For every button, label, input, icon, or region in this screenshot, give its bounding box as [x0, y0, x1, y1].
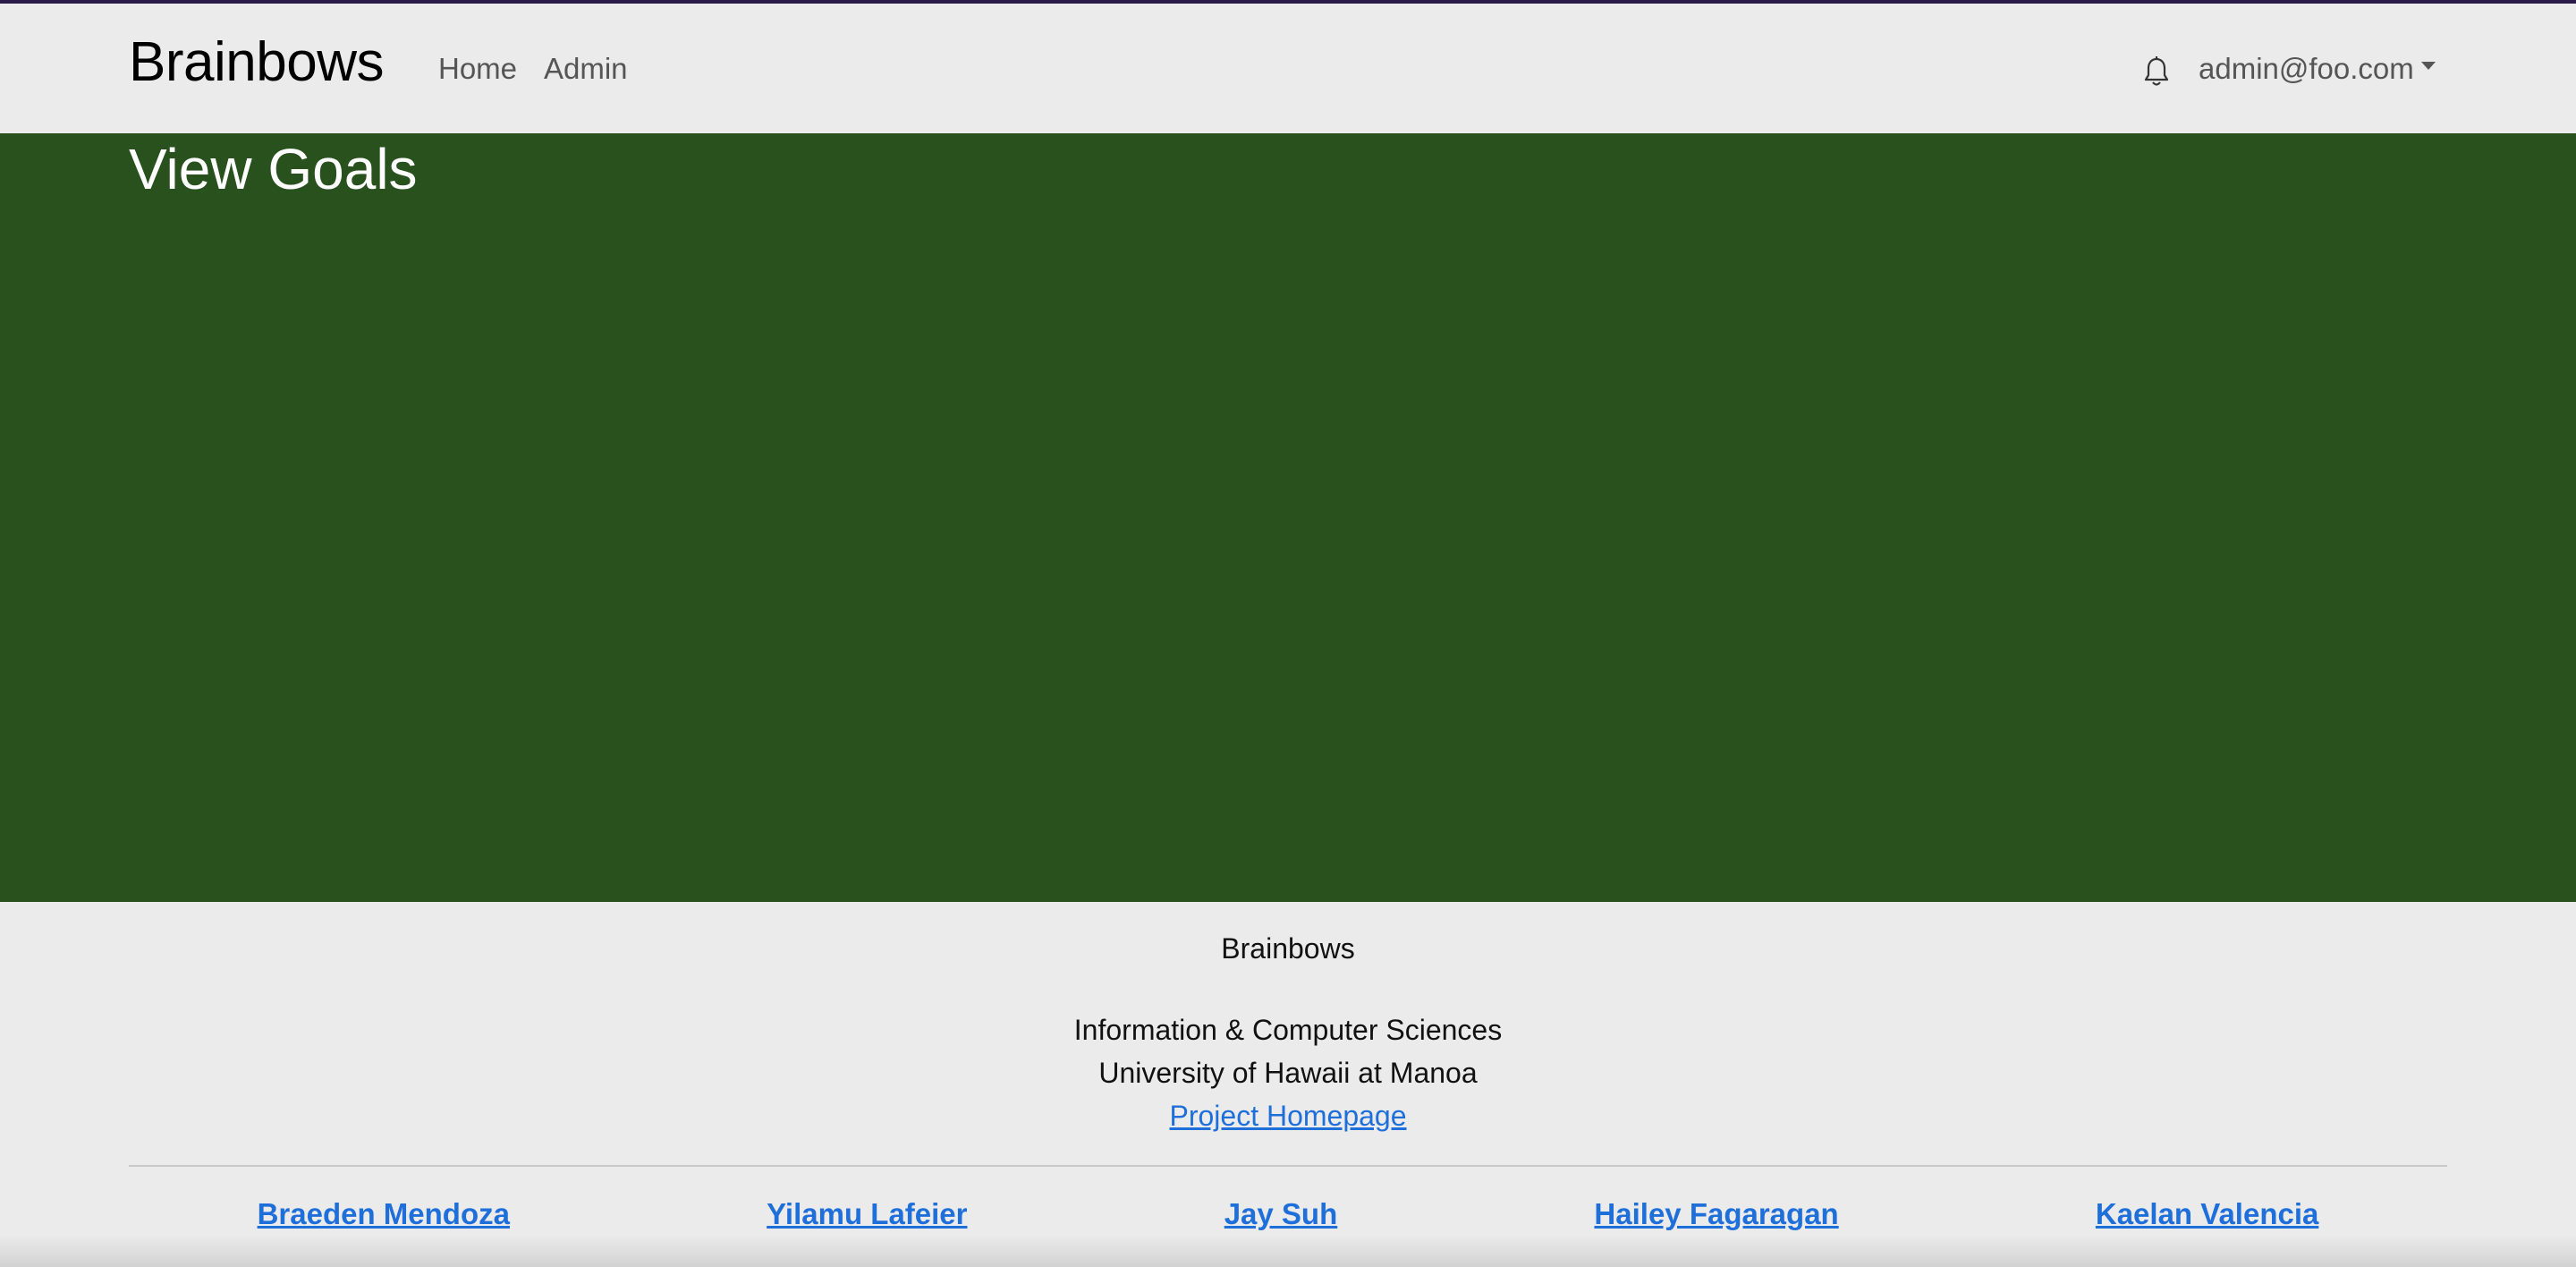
team-members-list: Braeden Mendoza Yilamu Lafeier Jay Suh H…: [129, 1197, 2447, 1231]
nav-link-home[interactable]: Home: [438, 52, 517, 86]
footer-brand: Brainbows: [1221, 932, 1355, 965]
member-link[interactable]: Jay Suh: [1224, 1197, 1338, 1231]
member-link[interactable]: Braeden Mendoza: [258, 1197, 510, 1231]
user-email: admin@foo.com: [2199, 52, 2414, 85]
footer-university: University of Hawaii at Manoa: [1098, 1057, 1478, 1089]
bell-icon[interactable]: [2143, 55, 2170, 88]
user-dropdown[interactable]: admin@foo.com: [2199, 52, 2436, 86]
navbar: Brainbows Home Admin admin@foo.com: [0, 4, 2576, 133]
footer: Brainbows Information & Computer Science…: [0, 902, 2576, 1267]
member-link[interactable]: Yilamu Lafeier: [767, 1197, 967, 1231]
brand-logo-text[interactable]: Brainbows: [129, 30, 384, 94]
caret-down-icon: [2420, 61, 2436, 70]
window-bottom-shadow: [0, 1235, 2576, 1267]
page-title: View Goals: [129, 137, 418, 201]
member-link[interactable]: Kaelan Valencia: [2096, 1197, 2318, 1231]
member-link[interactable]: Hailey Fagaragan: [1594, 1197, 1838, 1231]
project-homepage-link[interactable]: Project Homepage: [0, 1100, 2576, 1133]
nav-link-admin[interactable]: Admin: [544, 52, 628, 86]
main-content: View Goals: [0, 133, 2576, 902]
footer-divider: [129, 1165, 2447, 1167]
footer-department: Information & Computer Sciences: [1073, 1014, 1503, 1046]
